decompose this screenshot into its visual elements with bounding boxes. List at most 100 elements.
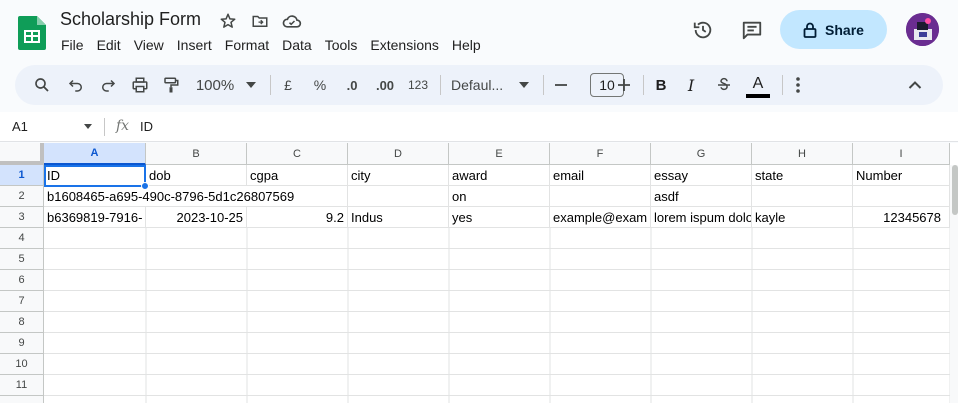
column-gridlines xyxy=(145,228,950,403)
cell-c1[interactable]: cgpa xyxy=(247,165,348,186)
menu-data[interactable]: Data xyxy=(282,37,312,53)
column-header-d[interactable]: D xyxy=(348,143,449,165)
cell-a3[interactable]: b6369819-7916- xyxy=(44,207,146,228)
decrease-font-size-icon[interactable] xyxy=(551,65,571,105)
italic-button[interactable]: I xyxy=(681,65,701,105)
avatar[interactable] xyxy=(906,13,939,46)
menu-view[interactable]: View xyxy=(134,37,164,53)
lock-icon xyxy=(803,22,817,38)
column-header-f[interactable]: F xyxy=(550,143,651,165)
cell-e1[interactable]: award xyxy=(449,165,550,186)
menu-insert[interactable]: Insert xyxy=(177,37,212,53)
top-bar: Scholarship Form File Edit View Insert F… xyxy=(0,0,958,62)
strikethrough-icon[interactable] xyxy=(713,65,735,105)
increase-decimal-button[interactable]: .00 xyxy=(371,65,399,105)
document-title[interactable]: Scholarship Form xyxy=(60,9,201,30)
cell-e2[interactable]: on xyxy=(449,186,550,207)
row-header-7[interactable]: 7 xyxy=(0,291,44,312)
cell-c3[interactable]: 9.2 xyxy=(247,207,348,228)
search-menus-icon[interactable] xyxy=(29,65,55,105)
currency-format-button[interactable]: £ xyxy=(277,65,299,105)
menu-file[interactable]: File xyxy=(61,37,84,53)
increase-font-size-icon[interactable] xyxy=(614,65,634,105)
paint-format-icon[interactable] xyxy=(158,65,184,105)
cell-i3[interactable]: 12345678 xyxy=(853,207,950,228)
column-header-e[interactable]: E xyxy=(449,143,550,165)
zoom-select[interactable]: 100% xyxy=(193,65,237,105)
row-header-12[interactable] xyxy=(0,396,44,403)
select-all-corner[interactable] xyxy=(0,143,44,165)
share-button[interactable]: Share xyxy=(780,10,887,49)
row-header-9[interactable]: 9 xyxy=(0,333,44,354)
menu-help[interactable]: Help xyxy=(452,37,481,53)
star-icon[interactable] xyxy=(218,11,238,31)
cell-e3[interactable]: yes xyxy=(449,207,550,228)
collapse-menus-icon[interactable] xyxy=(903,65,927,105)
cell-d3[interactable]: Indus xyxy=(348,207,449,228)
font-size-value: 10 xyxy=(599,77,615,93)
move-folder-icon[interactable] xyxy=(250,11,270,31)
menu-format[interactable]: Format xyxy=(225,37,269,53)
percent-format-button[interactable]: % xyxy=(309,65,331,105)
cell-g2[interactable]: asdf xyxy=(651,186,752,207)
column-header-b[interactable]: B xyxy=(146,143,247,165)
cell-f1[interactable]: email xyxy=(550,165,651,186)
cell-a1[interactable]: ID xyxy=(44,165,146,186)
undo-icon[interactable] xyxy=(63,65,89,105)
row-header-10[interactable]: 10 xyxy=(0,354,44,375)
text-color-button[interactable]: A xyxy=(745,65,771,105)
formula-input[interactable]: ID xyxy=(140,119,153,134)
cloud-status-icon[interactable] xyxy=(282,11,302,31)
row-header-1[interactable]: 1 xyxy=(0,165,44,186)
text-color-swatch xyxy=(746,94,770,98)
toolbar: 100% £ % .0 .00 123 Defaul... 10 B I A xyxy=(15,65,943,105)
cell-f3[interactable]: example@exam xyxy=(550,207,651,228)
cell-a2[interactable]: b1608465-a695-490c-8796-5d1c26807569 xyxy=(44,186,294,207)
font-family-select[interactable]: Defaul... xyxy=(451,65,511,105)
column-header-a[interactable]: A xyxy=(44,143,146,165)
font-dropdown-icon[interactable] xyxy=(515,65,533,105)
row-header-4[interactable]: 4 xyxy=(0,228,44,249)
row-header-2[interactable]: 2 xyxy=(0,186,44,207)
vertical-scrollbar-thumb[interactable] xyxy=(952,165,958,215)
version-history-icon[interactable] xyxy=(690,17,716,43)
bold-button[interactable]: B xyxy=(651,65,671,105)
cell-d1[interactable]: city xyxy=(348,165,449,186)
row-header-6[interactable]: 6 xyxy=(0,270,44,291)
column-header-h[interactable]: H xyxy=(752,143,853,165)
row-header-8[interactable]: 8 xyxy=(0,312,44,333)
menu-extensions[interactable]: Extensions xyxy=(370,37,438,53)
cell-f2[interactable] xyxy=(550,186,651,207)
cell-g1[interactable]: essay xyxy=(651,165,752,186)
name-box-dropdown-icon[interactable] xyxy=(84,124,92,129)
menu-edit[interactable]: Edit xyxy=(97,37,121,53)
row-header-5[interactable]: 5 xyxy=(0,249,44,270)
menu-tools[interactable]: Tools xyxy=(325,37,358,53)
fill-handle[interactable] xyxy=(141,182,149,190)
column-header-g[interactable]: G xyxy=(651,143,752,165)
more-options-icon[interactable] xyxy=(788,65,808,105)
cell-b3[interactable]: 2023-10-25 xyxy=(146,207,247,228)
column-header-c[interactable]: C xyxy=(247,143,348,165)
bold-label: B xyxy=(655,76,667,94)
cell-d2[interactable] xyxy=(348,186,449,207)
sheets-logo-icon[interactable] xyxy=(18,16,46,50)
redo-icon[interactable] xyxy=(95,65,121,105)
decrease-decimal-label: .0 xyxy=(346,77,358,93)
cell-g3[interactable]: lorem ispum dolo xyxy=(651,207,752,228)
cell-i1[interactable]: Number xyxy=(853,165,950,186)
cell-b1[interactable]: dob xyxy=(146,165,247,186)
comments-icon[interactable] xyxy=(739,17,765,43)
row-header-3[interactable]: 3 xyxy=(0,207,44,228)
more-formats-button[interactable]: 123 xyxy=(404,65,432,105)
cell-h3[interactable]: kayle xyxy=(752,207,853,228)
row-header-11[interactable]: 11 xyxy=(0,375,44,396)
decrease-decimal-button[interactable]: .0 xyxy=(340,65,364,105)
print-icon[interactable] xyxy=(127,65,153,105)
name-box[interactable]: A1 xyxy=(12,119,28,134)
cell-h1[interactable]: state xyxy=(752,165,853,186)
zoom-dropdown-icon[interactable] xyxy=(241,65,261,105)
cell-i2[interactable] xyxy=(853,186,950,207)
cell-h2[interactable] xyxy=(752,186,853,207)
column-header-i[interactable]: I xyxy=(853,143,950,165)
